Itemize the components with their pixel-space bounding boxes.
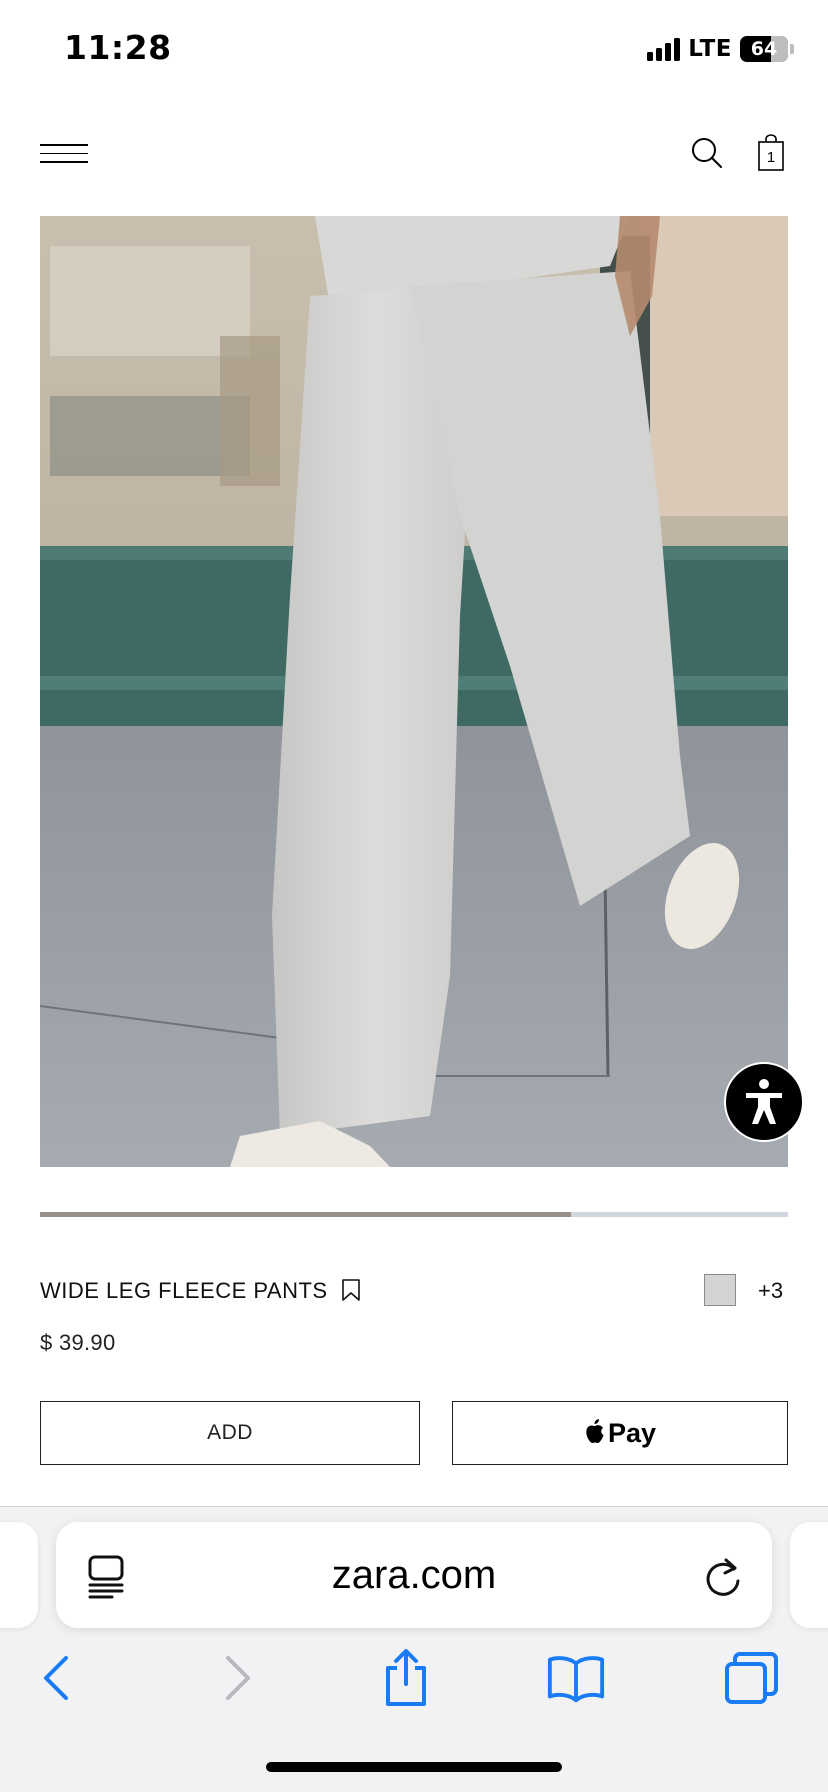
previous-tab-card[interactable] bbox=[0, 1522, 38, 1628]
share-icon bbox=[386, 1649, 426, 1706]
address-bar[interactable]: zara.com bbox=[56, 1522, 772, 1628]
book-icon bbox=[547, 1656, 605, 1703]
chevron-left-icon bbox=[44, 1656, 68, 1700]
gallery-progress-fill bbox=[40, 1212, 572, 1217]
product-photo bbox=[40, 216, 788, 1167]
home-indicator bbox=[266, 1762, 562, 1772]
url-text[interactable]: zara.com bbox=[56, 1522, 772, 1628]
status-time: 11:28 bbox=[64, 28, 172, 67]
status-bar: 11:28 LTE 64 bbox=[0, 0, 828, 100]
apple-icon bbox=[586, 1418, 604, 1443]
product-image[interactable] bbox=[40, 216, 788, 1167]
chevron-right-icon bbox=[226, 1656, 250, 1700]
gallery-progress-bar bbox=[40, 1212, 788, 1217]
accessibility-icon bbox=[746, 1079, 782, 1124]
next-tab-card[interactable] bbox=[790, 1522, 828, 1628]
accessibility-button[interactable] bbox=[724, 1062, 804, 1142]
status-indicators: LTE 64 bbox=[647, 34, 794, 64]
site-header: 1 bbox=[0, 120, 828, 184]
add-to-cart-button[interactable]: ADD bbox=[40, 1401, 420, 1465]
network-type: LTE bbox=[688, 36, 732, 62]
battery-level: 64 bbox=[750, 38, 778, 60]
hamburger-icon[interactable] bbox=[40, 144, 88, 166]
battery-icon: 64 bbox=[740, 36, 788, 62]
product-price: $ 39.90 bbox=[40, 1330, 116, 1355]
cellular-signal-icon bbox=[647, 37, 681, 61]
more-colors-count[interactable]: +3 bbox=[758, 1278, 783, 1304]
shopping-bag-icon[interactable]: 1 bbox=[756, 134, 786, 172]
bookmark-icon[interactable] bbox=[340, 1278, 362, 1302]
tabs-icon bbox=[725, 1652, 778, 1704]
apple-pay-button[interactable]: Pay bbox=[452, 1401, 788, 1465]
share-button[interactable] bbox=[376, 1648, 436, 1708]
battery-cap bbox=[790, 44, 794, 54]
back-button[interactable] bbox=[28, 1648, 88, 1708]
reload-icon[interactable] bbox=[704, 1555, 744, 1597]
search-icon[interactable] bbox=[690, 136, 724, 170]
cart-count: 1 bbox=[767, 149, 775, 166]
forward-button[interactable] bbox=[206, 1648, 266, 1708]
color-swatch[interactable] bbox=[704, 1274, 736, 1306]
apple-pay-label: Pay bbox=[607, 1417, 657, 1448]
product-name: WIDE LEG FLEECE PANTS bbox=[40, 1278, 328, 1303]
bookmarks-button[interactable] bbox=[546, 1648, 606, 1708]
tabs-button[interactable] bbox=[722, 1648, 782, 1708]
